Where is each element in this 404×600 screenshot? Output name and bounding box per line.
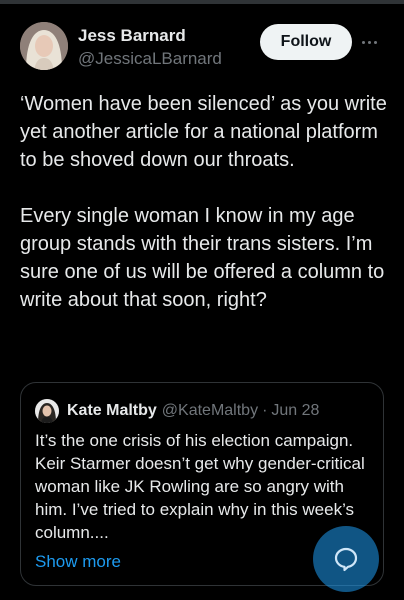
quoted-avatar: [35, 399, 59, 423]
quoted-date: Jun 28: [271, 402, 320, 419]
author-name[interactable]: Jess Barnard: [78, 26, 222, 46]
compose-button[interactable]: [313, 526, 379, 592]
author-handle[interactable]: @JessicaLBarnard: [78, 48, 222, 70]
quoted-text: It’s the one crisis of his election camp…: [35, 431, 365, 542]
quoted-post-header: Kate Maltby @KateMaltby · Jun 28: [35, 399, 319, 423]
quoted-author-handle: @KateMaltby: [161, 402, 259, 419]
show-more-link[interactable]: Show more: [35, 550, 121, 573]
author-info: Jess Barnard @JessicaLBarnard: [78, 26, 222, 70]
post-header: Jess Barnard @JessicaLBarnard Follow: [20, 20, 390, 76]
quoted-author-name: Kate Maltby: [67, 402, 157, 419]
avatar[interactable]: [20, 22, 68, 70]
post-text: ‘Women have been silenced’ as you write …: [20, 93, 387, 311]
compose-reply-icon: [334, 547, 358, 572]
dot-separator: ·: [262, 402, 268, 419]
top-divider: [0, 0, 404, 4]
follow-button[interactable]: Follow: [260, 24, 352, 60]
more-horizontal-icon[interactable]: [362, 32, 384, 52]
